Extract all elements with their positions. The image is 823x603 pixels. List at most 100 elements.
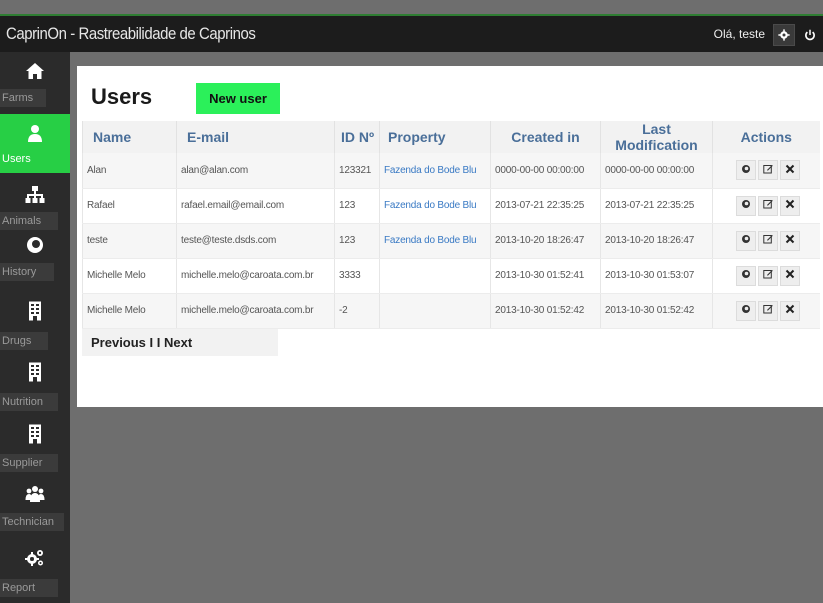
edit-icon: [763, 199, 774, 212]
table-row: Rafael rafael.email@email.com 123 Fazenda d…: [82, 188, 820, 224]
column-header-name[interactable]: Name: [82, 121, 177, 153]
column-header-created[interactable]: Created in: [490, 121, 601, 153]
view-button[interactable]: [736, 230, 757, 251]
sidebar-item-farms[interactable]: Farms: [0, 52, 70, 111]
cell-id: 123321: [334, 153, 380, 189]
cell-actions: [712, 153, 820, 189]
logout-button[interactable]: [799, 24, 821, 46]
users-table: Name E-mail ID Nº Property Created in La…: [82, 121, 820, 329]
eye-icon: [741, 164, 751, 177]
edit-button[interactable]: [758, 265, 779, 286]
cell-created: 0000-00-00 00:00:00: [490, 153, 601, 189]
cell-email: alan@alan.com: [176, 153, 335, 189]
eye-icon: [0, 232, 70, 258]
column-header-id[interactable]: ID Nº: [334, 121, 380, 153]
edit-button[interactable]: [758, 160, 779, 181]
edit-icon: [763, 304, 774, 317]
sidebar-item-label: Users: [0, 150, 46, 168]
sidebar-item-report[interactable]: Report: [0, 539, 70, 598]
cell-modified: 2013-10-20 18:26:47: [600, 223, 713, 259]
eye-icon: [741, 234, 751, 247]
sidebar-item-drugs[interactable]: Drugs: [0, 294, 70, 353]
delete-button[interactable]: [780, 160, 801, 181]
sidebar-item-label: Drugs: [0, 332, 48, 350]
building-icon: [0, 421, 70, 447]
cell-modified: 0000-00-00 00:00:00: [600, 153, 713, 189]
table-row: teste teste@teste.dsds.com 123 Fazenda do B…: [82, 223, 820, 259]
new-user-button[interactable]: New user: [196, 83, 280, 114]
row-actions: [717, 300, 820, 321]
home-icon: [0, 58, 70, 84]
sidebar-item-label: History: [0, 263, 54, 281]
view-button[interactable]: [736, 265, 757, 286]
cell-email: teste@teste.dsds.com: [176, 223, 335, 259]
main-panel: Users New user Name E-mail ID Nº Propert…: [77, 66, 823, 407]
gears-icon: [0, 545, 70, 571]
column-header-property[interactable]: Property: [379, 121, 491, 153]
cell-name: Alan: [82, 153, 177, 189]
cell-property[interactable]: [379, 258, 491, 294]
cell-property[interactable]: Fazenda do Bode Blu: [379, 223, 491, 259]
sidebar-item-nutrition[interactable]: Nutrition: [0, 355, 70, 414]
edit-icon: [763, 269, 774, 282]
sidebar-item-technician[interactable]: Technician: [0, 475, 70, 534]
view-button[interactable]: [736, 195, 757, 216]
cell-id: 123: [334, 223, 380, 259]
delete-button[interactable]: [780, 230, 801, 251]
eye-icon: [741, 199, 751, 212]
table-body: Alan alan@alan.com 123321 Fazenda do Bode B…: [82, 153, 820, 329]
delete-button[interactable]: [780, 300, 801, 321]
edit-button[interactable]: [758, 195, 779, 216]
table-row: Michelle Melo michelle.melo@caroata.com.b…: [82, 293, 820, 329]
edit-icon: [763, 234, 774, 247]
cell-name: Michelle Melo: [82, 258, 177, 294]
group-icon: [0, 481, 70, 507]
settings-button[interactable]: [773, 24, 795, 46]
cell-name: teste: [82, 223, 177, 259]
gear-icon: [778, 29, 790, 41]
delete-button[interactable]: [780, 195, 801, 216]
sidebar-item-label: Farms: [0, 89, 46, 107]
cell-property[interactable]: Fazenda do Bode Blu: [379, 153, 491, 189]
column-header-actions: Actions: [712, 121, 820, 153]
cell-email: michelle.melo@caroata.com.br: [176, 258, 335, 294]
delete-icon: [785, 199, 795, 212]
power-icon: [805, 29, 815, 41]
edit-button[interactable]: [758, 230, 779, 251]
edit-button[interactable]: [758, 300, 779, 321]
delete-button[interactable]: [780, 265, 801, 286]
delete-icon: [785, 164, 795, 177]
cell-created: 2013-07-21 22:35:25: [490, 188, 601, 224]
delete-icon: [785, 269, 795, 282]
user-greeting[interactable]: Olá, teste: [714, 27, 765, 41]
sidebar-item-label: Supplier: [0, 454, 58, 472]
pagination[interactable]: Previous I I Next: [82, 329, 278, 356]
table-row: Michelle Melo michelle.melo@caroata.com.b…: [82, 258, 820, 294]
sidebar-item-supplier[interactable]: Supplier: [0, 415, 70, 474]
sitemap-icon: [0, 182, 70, 208]
cell-property[interactable]: Fazenda do Bode Blu: [379, 188, 491, 224]
view-button[interactable]: [736, 160, 757, 181]
sidebar-item-history[interactable]: History: [0, 216, 70, 286]
edit-icon: [763, 164, 774, 177]
cell-name: Rafael: [82, 188, 177, 224]
table-header-row: Name E-mail ID Nº Property Created in La…: [82, 121, 820, 153]
cell-email: rafael.email@email.com: [176, 188, 335, 224]
sidebar: Farms Users Animals History Drugs Nutrit…: [0, 52, 70, 603]
cell-id: 3333: [334, 258, 380, 294]
cell-modified: 2013-10-30 01:53:07: [600, 258, 713, 294]
cell-created: 2013-10-30 01:52:41: [490, 258, 601, 294]
column-header-last-modification[interactable]: Last Modification: [600, 121, 713, 153]
cell-actions: [712, 293, 820, 329]
row-actions: [717, 195, 820, 216]
row-actions: [717, 265, 820, 286]
cell-property[interactable]: [379, 293, 491, 329]
cell-id: 123: [334, 188, 380, 224]
delete-icon: [785, 234, 795, 247]
column-header-email[interactable]: E-mail: [176, 121, 335, 153]
building-icon: [0, 359, 70, 385]
cell-modified: 2013-10-30 01:52:42: [600, 293, 713, 329]
view-button[interactable]: [736, 300, 757, 321]
sidebar-item-users[interactable]: Users: [0, 114, 70, 173]
cell-id: -2: [334, 293, 380, 329]
